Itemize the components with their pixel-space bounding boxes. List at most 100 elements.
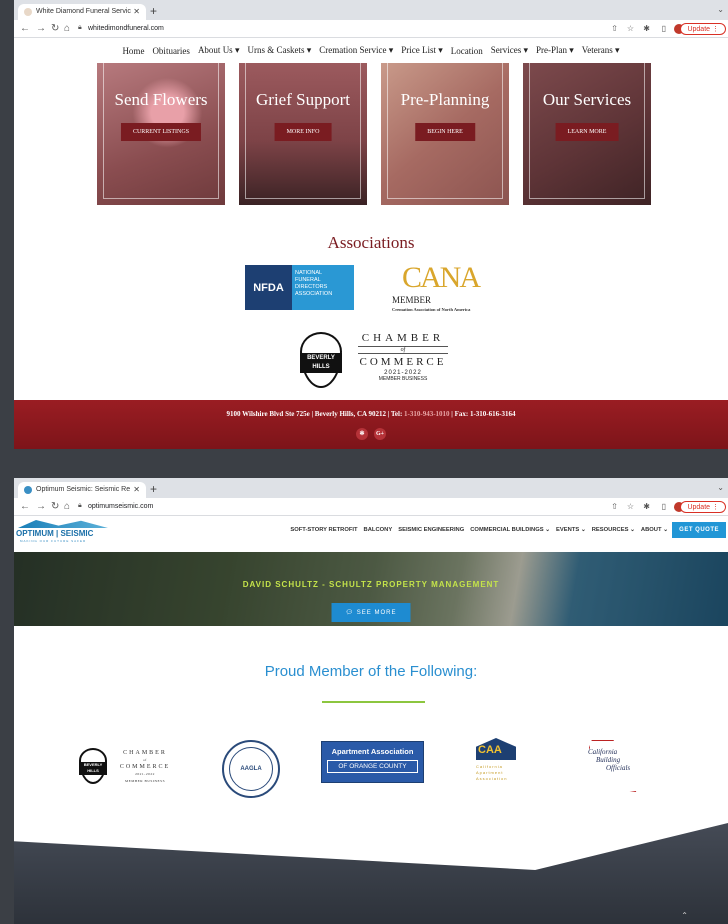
yelp-icon[interactable]: ✻ <box>356 428 368 440</box>
favicon-icon <box>24 486 32 494</box>
nav-item-commercial[interactable]: COMMERCIAL BUILDINGS ⌄ <box>470 527 550 533</box>
seismic-site-screenshot: Optimum Seismic: Seismic Re ✕ + ⌄ ← → ↻ … <box>14 478 728 924</box>
close-icon[interactable]: ✕ <box>133 7 140 16</box>
footer-address: 9100 Wilshire Blvd Ste 725e | Beverly Hi… <box>226 410 405 418</box>
sidepanel-icon[interactable]: ▯ <box>662 502 666 511</box>
phone-link[interactable]: 1-310-943-1010 <box>404 410 450 418</box>
commerce-line: COMMERCE <box>359 356 447 368</box>
nav-item-events[interactable]: EVENTS ⌄ <box>556 527 586 533</box>
nav-item-about[interactable]: ABOUT ⌄ <box>641 527 668 533</box>
card-title: Pre-Planning <box>400 90 490 109</box>
tab-title: Optimum Seismic: Seismic Re <box>36 486 131 493</box>
nav-item-location[interactable]: Location <box>451 46 483 56</box>
nav-item-balcony[interactable]: BALCONY <box>364 527 393 533</box>
nfda-line: FUNERAL <box>295 277 321 283</box>
logo-name: OPTIMUM | SEISMIC <box>16 529 94 538</box>
chamber-years: 2021-2022 <box>135 772 155 776</box>
address-bar: ← → ↻ ⌂ 🔒︎ optimumseismic.com ⇧ ☆ ✱ ▯ Up… <box>14 498 728 516</box>
nav-item-services[interactable]: Services ▾ <box>491 45 528 56</box>
browser-tab[interactable]: White Diamond Funeral Servic ✕ <box>18 4 146 20</box>
footer: 9100 Wilshire Blvd Ste 725e | Beverly Hi… <box>14 400 728 449</box>
nav-item-obituaries[interactable]: Obituaries <box>152 46 190 56</box>
chevron-down-icon[interactable]: ⌄ <box>717 5 724 14</box>
nav-item-seismic-engineering[interactable]: SEISMIC ENGINEERING <box>398 527 464 533</box>
nav-item-urns[interactable]: Urns & Caskets ▾ <box>247 45 311 56</box>
update-button[interactable]: Update ⋮ <box>680 23 726 35</box>
nfda-text: NATIONAL FUNERAL DIRECTORS ASSOCIATION <box>292 265 354 310</box>
member-logos: BEVERLY HILLS CHAMBER of COMMERCE 2021-20… <box>14 738 728 798</box>
nav-item-soft-story[interactable]: SOFT-STORY RETROFIT <box>290 527 357 533</box>
update-button[interactable]: Update ⋮ <box>680 501 726 513</box>
url-field[interactable]: optimumseismic.com <box>88 503 153 510</box>
card-grief-support[interactable]: Grief Support MORE INFO <box>239 63 367 205</box>
learn-more-button[interactable]: LEARN MORE <box>555 123 619 141</box>
logo-mountain-icon <box>18 520 108 528</box>
aagla-text: AAGLA <box>229 747 273 791</box>
more-info-button[interactable]: MORE INFO <box>274 123 332 141</box>
divider <box>322 701 425 703</box>
see-more-button[interactable]: 💬︎ SEE MORE <box>331 603 411 622</box>
begin-here-button[interactable]: BEGIN HERE <box>415 123 475 141</box>
california-building-officials-logo: California Building Officials <box>584 740 659 792</box>
seal-text: HILLS <box>87 768 99 773</box>
star-icon[interactable]: ☆ <box>627 502 634 511</box>
optimum-seismic-logo[interactable]: OPTIMUM | SEISMIC MAKING OUR FUTURE SAFE… <box>14 520 110 544</box>
nav-item-price-list[interactable]: Price List ▾ <box>401 45 443 56</box>
chamber-text: CHAMBER of COMMERCE 2021-2022 MEMBER BUS… <box>348 332 458 382</box>
card-pre-planning[interactable]: Pre-Planning BEGIN HERE <box>381 63 509 205</box>
chamber-text: CHAMBER of COMMERCE 2021-2022 MEMBER BUS… <box>113 750 177 785</box>
nfda-line: ASSOCIATION <box>295 291 333 297</box>
google-plus-icon[interactable]: G+ <box>374 428 386 440</box>
nav-item-veterans[interactable]: Veterans ▾ <box>582 45 620 56</box>
caa-text: California Apartment Association <box>476 764 507 782</box>
card-our-services[interactable]: Our Services LEARN MORE <box>523 63 651 205</box>
chamber-line: CHAMBER <box>361 332 445 344</box>
nav-item-home[interactable]: Home <box>122 46 144 56</box>
back-icon[interactable]: ← <box>20 23 30 34</box>
share-icon[interactable]: ⇧ <box>611 24 618 33</box>
url-field[interactable]: whitedimondfuneral.com <box>88 25 164 32</box>
extensions-icon[interactable]: ✱ <box>643 502 650 511</box>
star-icon[interactable]: ☆ <box>627 24 634 33</box>
share-icon[interactable]: ⇧ <box>611 502 618 511</box>
chevron-down-icon[interactable]: ⌄ <box>717 483 724 492</box>
back-icon[interactable]: ← <box>20 501 30 512</box>
home-icon[interactable]: ⌂ <box>64 23 70 34</box>
seal-band: BEVERLY HILLS <box>79 762 107 775</box>
forward-icon[interactable]: → <box>36 501 46 512</box>
nav-item-pre-plan[interactable]: Pre-Plan ▾ <box>536 45 574 56</box>
tab-bar: Optimum Seismic: Seismic Re ✕ + ⌄ <box>14 478 728 498</box>
nav-item-resources[interactable]: RESOURCES ⌄ <box>592 527 635 533</box>
browser-tab[interactable]: Optimum Seismic: Seismic Re ✕ <box>18 482 146 498</box>
reload-icon[interactable]: ↻ <box>51 23 59 34</box>
logo-tagline: MAKING OUR FUTURE SAFER <box>20 539 87 543</box>
nfda-line: NATIONAL <box>295 270 323 276</box>
current-listings-button[interactable]: CURRENT LISTINGS <box>120 123 202 141</box>
forward-icon[interactable]: → <box>36 23 46 34</box>
card-send-flowers[interactable]: Send Flowers CURRENT LISTINGS <box>97 63 225 205</box>
cbo-text: California Building Officials <box>588 748 630 772</box>
new-tab-icon[interactable]: + <box>150 482 157 496</box>
hero-banner: DAVID SCHULTZ - SCHULTZ PROPERTY MANAGEM… <box>14 552 728 626</box>
scroll-top-icon[interactable]: ⌃ <box>681 911 688 920</box>
chamber-line: CHAMBER <box>123 750 167 756</box>
cana-member: MEMBER <box>392 295 432 305</box>
lock-icon[interactable]: 🔒︎ <box>78 24 82 32</box>
close-icon[interactable]: ✕ <box>133 485 140 494</box>
lock-icon[interactable]: 🔒︎ <box>78 502 82 510</box>
section-title: Proud Member of the Following: <box>264 663 478 680</box>
sidepanel-icon[interactable]: ▯ <box>662 24 666 33</box>
background-section: ⌃ <box>14 822 728 924</box>
footer-fax: | Fax: 1-310-616-3164 <box>449 410 516 418</box>
nav-item-about[interactable]: About Us ▾ <box>198 45 240 56</box>
new-tab-icon[interactable]: + <box>150 4 157 18</box>
nav-item-cremation[interactable]: Cremation Service ▾ <box>319 45 393 56</box>
get-quote-button[interactable]: GET QUOTE <box>672 522 726 538</box>
reload-icon[interactable]: ↻ <box>51 501 59 512</box>
extensions-icon[interactable]: ✱ <box>643 24 650 33</box>
home-icon[interactable]: ⌂ <box>64 501 70 512</box>
aaoc-line: Apartment Association <box>331 747 414 756</box>
nfda-logo: NFDA NATIONAL FUNERAL DIRECTORS ASSOCIAT… <box>245 265 354 310</box>
cbo-line: Building <box>596 756 621 764</box>
caa-line: Association <box>476 776 508 781</box>
